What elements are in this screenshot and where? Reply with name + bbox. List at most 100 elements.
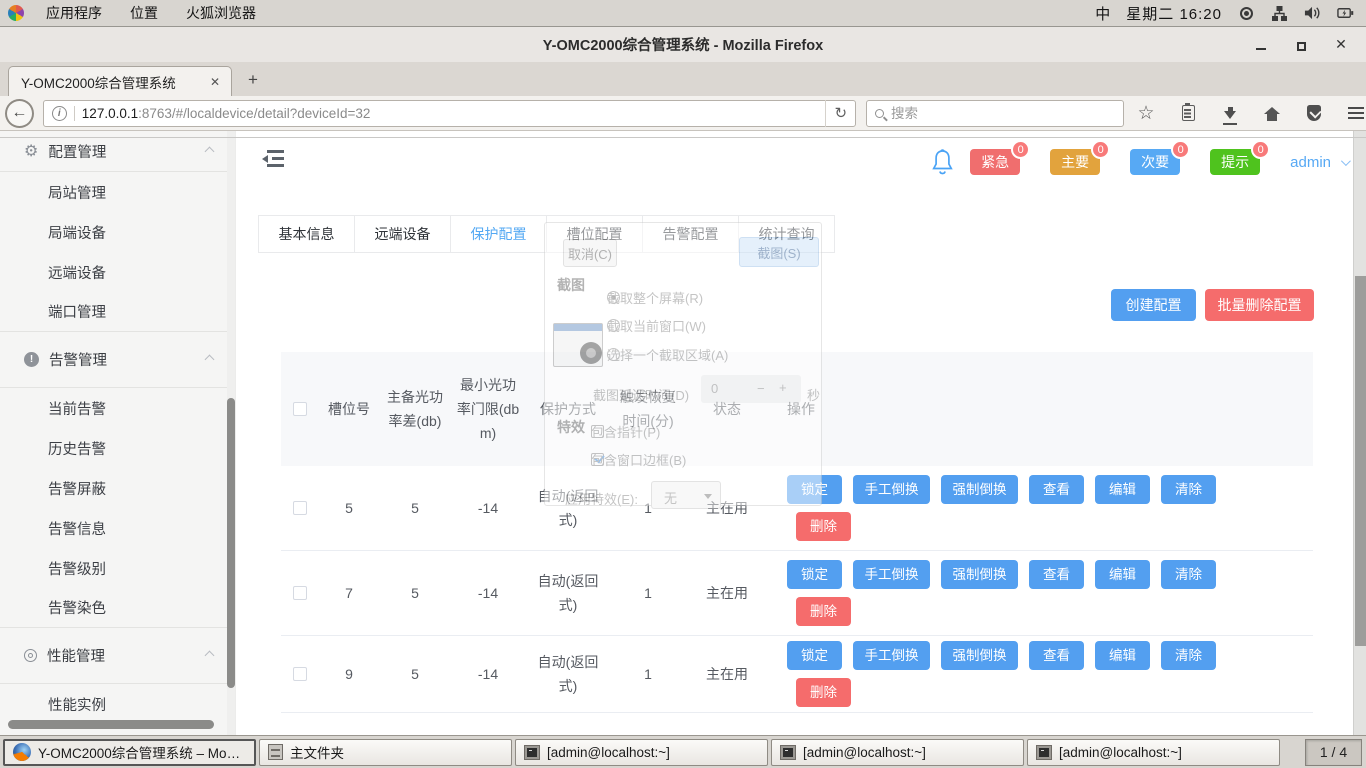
manual-switch-button[interactable]: 手工倒换 [853, 641, 930, 670]
badge-hint[interactable]: 提示 0 [1210, 149, 1260, 175]
search-input[interactable] [891, 106, 1091, 121]
maximize-button[interactable] [1294, 38, 1308, 52]
shield-icon[interactable] [1304, 103, 1324, 123]
view-button[interactable]: 查看 [1029, 641, 1084, 670]
delete-button[interactable]: 删除 [796, 678, 851, 707]
workspace-pager[interactable]: 1 / 4 [1305, 739, 1362, 766]
site-info-icon[interactable]: i [52, 106, 67, 121]
sidebar-scrollbar [227, 131, 235, 735]
lock-button[interactable]: 锁定 [787, 560, 842, 589]
task-label: [admin@localhost:~] [547, 745, 670, 760]
sidebar-hscrollbar-thumb[interactable] [8, 720, 214, 729]
sidebar-item-alarm-color[interactable]: 告警染色 [0, 588, 235, 628]
menu-hamburger-icon[interactable] [1346, 103, 1366, 123]
manual-switch-button[interactable]: 手工倒换 [853, 475, 930, 504]
volume-icon[interactable] [1304, 5, 1321, 22]
back-button[interactable]: ← [5, 99, 34, 128]
taskbar-terminal-1[interactable]: [admin@localhost:~] [515, 739, 768, 766]
sidebar-item-history-alarm[interactable]: 历史告警 [0, 428, 235, 468]
sidebar-item-current-alarm[interactable]: 当前告警 [0, 388, 235, 428]
create-config-button[interactable]: 创建配置 [1111, 289, 1196, 321]
tab-close-icon[interactable]: ✕ [207, 73, 223, 91]
clear-button[interactable]: 清除 [1161, 475, 1216, 504]
delete-button[interactable]: 删除 [796, 597, 851, 626]
bookmark-star-icon[interactable]: ☆ [1136, 103, 1156, 123]
edit-button[interactable]: 编辑 [1095, 560, 1150, 589]
clock[interactable]: 星期二 16:20 [1126, 3, 1222, 24]
tab-statistics[interactable]: 统计查询 [738, 215, 835, 253]
collapse-sidebar-icon[interactable] [262, 150, 284, 167]
menu-firefox[interactable]: 火狐浏览器 [172, 0, 270, 27]
search-box[interactable] [866, 100, 1124, 127]
force-switch-button[interactable]: 强制倒换 [941, 641, 1018, 670]
view-button[interactable]: 查看 [1029, 475, 1084, 504]
sidebar-item-local-device[interactable]: 局端设备 [0, 212, 235, 252]
sidebar-item-alarm-level[interactable]: 告警级别 [0, 548, 235, 588]
sidebar-group-performance[interactable]: 性能管理 [0, 628, 235, 684]
manual-switch-button[interactable]: 手工倒换 [853, 560, 930, 589]
clear-button[interactable]: 清除 [1161, 641, 1216, 670]
reading-list-icon[interactable] [1178, 103, 1198, 123]
badge-minor[interactable]: 次要 0 [1130, 149, 1180, 175]
edit-button[interactable]: 编辑 [1095, 475, 1150, 504]
tab-slot-config[interactable]: 槽位配置 [546, 215, 643, 253]
lock-button[interactable]: 锁定 [787, 475, 842, 504]
col-status: 状态 [685, 397, 769, 421]
cell-power-diff: 5 [379, 581, 451, 605]
reload-button[interactable]: ↻ [825, 100, 855, 127]
menu-places[interactable]: 位置 [116, 0, 172, 27]
tab-alarm-config[interactable]: 告警配置 [642, 215, 739, 253]
sidebar-group-alarm[interactable]: ! 告警管理 [0, 332, 235, 388]
battery-icon[interactable] [1337, 5, 1354, 22]
row-checkbox[interactable] [293, 586, 307, 600]
row-checkbox[interactable] [293, 501, 307, 515]
sidebar-item-port-mgmt[interactable]: 端口管理 [0, 292, 235, 332]
clear-button[interactable]: 清除 [1161, 560, 1216, 589]
close-button[interactable]: ✕ [1334, 38, 1348, 52]
menu-applications[interactable]: 应用程序 [32, 0, 116, 27]
lock-button[interactable]: 锁定 [787, 641, 842, 670]
sidebar-scrollbar-thumb[interactable] [227, 398, 235, 688]
network-icon[interactable] [1271, 5, 1288, 22]
row-checkbox[interactable] [293, 667, 307, 681]
chevron-up-icon [205, 146, 215, 156]
taskbar-firefox[interactable]: Y-OMC2000综合管理系统 – Mozill··· [3, 739, 256, 766]
user-menu[interactable]: admin [1290, 154, 1348, 171]
sidebar-item-alarm-info[interactable]: 告警信息 [0, 508, 235, 548]
badge-major[interactable]: 主要 0 [1050, 149, 1100, 175]
table-header-row: 槽位号 主备光功率差(db) 最小光功率门限(dbm) 保护方式 触发恢复时间(… [281, 352, 1313, 466]
force-switch-button[interactable]: 强制倒换 [941, 560, 1018, 589]
back-icon: ← [11, 104, 27, 122]
tab-remote-device[interactable]: 远端设备 [354, 215, 451, 253]
force-switch-button[interactable]: 强制倒换 [941, 475, 1018, 504]
home-icon[interactable] [1262, 103, 1282, 123]
taskbar-files[interactable]: 主文件夹 [259, 739, 512, 766]
tab-basic-info[interactable]: 基本信息 [258, 215, 355, 253]
screen-record-icon[interactable] [1238, 5, 1255, 22]
badge-critical[interactable]: 紧急 0 [970, 149, 1020, 175]
edit-button[interactable]: 编辑 [1095, 641, 1150, 670]
input-method-indicator[interactable]: 中 [1095, 3, 1110, 24]
new-tab-button[interactable]: + [240, 67, 266, 93]
bell-icon[interactable] [929, 147, 956, 177]
delete-button[interactable]: 删除 [796, 512, 851, 541]
sidebar-item-alarm-mask[interactable]: 告警屏蔽 [0, 468, 235, 508]
sidebar-item-station-mgmt[interactable]: 局站管理 [0, 172, 235, 212]
taskbar-terminal-2[interactable]: [admin@localhost:~] [771, 739, 1024, 766]
url-bar[interactable]: i 127.0.0.1 :8763/#/localdevice/detail?d… [43, 100, 856, 127]
minimize-button[interactable] [1254, 38, 1268, 52]
browser-tab[interactable]: Y-OMC2000综合管理系统 ✕ [8, 66, 232, 96]
select-all-checkbox[interactable] [293, 402, 307, 416]
sidebar-item-perf-instance[interactable]: 性能实例 [0, 684, 235, 724]
downloads-icon[interactable] [1220, 103, 1240, 123]
taskbar-terminal-3[interactable]: [admin@localhost:~] [1027, 739, 1280, 766]
terminal-icon [1036, 745, 1052, 760]
batch-delete-button[interactable]: 批量删除配置 [1205, 289, 1314, 321]
cell-slot: 7 [319, 581, 379, 605]
tab-protection-config[interactable]: 保护配置 [450, 215, 547, 253]
page-scrollbar-thumb[interactable] [1355, 276, 1366, 646]
cell-status: 主在用 [685, 662, 769, 686]
window-title: Y-OMC2000综合管理系统 - Mozilla Firefox [543, 34, 823, 55]
sidebar-item-remote-device[interactable]: 远端设备 [0, 252, 235, 292]
view-button[interactable]: 查看 [1029, 560, 1084, 589]
